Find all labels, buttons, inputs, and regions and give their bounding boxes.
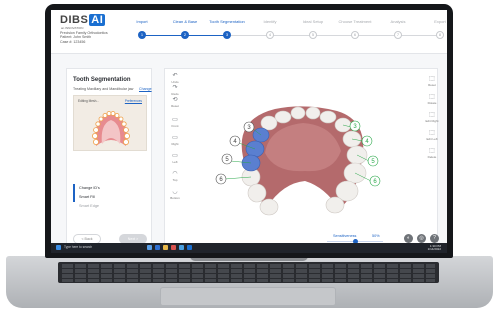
edit-right-icon: ⬚ — [429, 112, 435, 118]
segmentation-panel: Tooth Segmentation Treating Maxillary an… — [66, 68, 152, 248]
edit-tool-edit-left[interactable]: ⬚ Edit Left — [424, 130, 440, 142]
option-smart-edge[interactable]: Smart Edge — [73, 202, 147, 211]
delete-icon: ⬚ — [429, 148, 435, 154]
edit-tool-label: Edit Right — [425, 119, 439, 123]
start-icon[interactable] — [56, 245, 61, 250]
sensitiveness-label: Sensitiveness — [333, 234, 357, 238]
taskview-icon[interactable] — [147, 245, 152, 250]
undo-icon: ↶ — [172, 73, 178, 79]
dibs-app-icon[interactable] — [187, 245, 192, 250]
panel-title: Tooth Segmentation — [73, 77, 131, 83]
stepper-track — [227, 35, 270, 36]
tool-label: Top — [172, 178, 178, 182]
step-marker[interactable]: 7 — [394, 31, 402, 39]
keyboard — [58, 262, 439, 283]
stepper-track — [270, 35, 313, 36]
jaw-description: Treating Maxillary and Mandibular jaw — [73, 87, 134, 91]
clock: 1:30 PM 1/14/2022 — [427, 244, 441, 252]
edit-tool-delete[interactable]: ⬚ Delete — [424, 148, 440, 160]
step-marker[interactable]: 2 — [181, 31, 189, 39]
practice-info: Precision Family Orthodontics Patient: J… — [60, 31, 108, 44]
stepper-track — [313, 35, 355, 36]
step-marker[interactable]: 5 — [309, 31, 317, 39]
edit-tool-reset[interactable]: ⬚ Reset — [424, 76, 440, 88]
edit-toolbar: ⬚ Reset ⬚ Rotate ⬚ Edit Right ⬚ Edit Left ⬚ Delet… — [424, 76, 440, 186]
edge-icon[interactable] — [155, 245, 160, 250]
tool-bottom[interactable]: ◡ Bottom — [167, 188, 183, 203]
os-taskbar — [51, 243, 447, 253]
step-marker[interactable]: 6 — [351, 31, 359, 39]
app-header: DIBS AI an INNOVATION Precision Family Or… — [51, 10, 447, 54]
change-jaw-link[interactable]: Change — [139, 87, 152, 91]
step-marker[interactable]: 8 — [436, 31, 444, 39]
rotate-icon: ⬚ — [429, 94, 435, 100]
tool-reset[interactable]: ⟲ Reset — [167, 96, 183, 111]
stepper-track — [142, 35, 185, 36]
mail-icon[interactable] — [171, 245, 176, 250]
store-icon[interactable] — [179, 245, 184, 250]
edit-tool-rotate[interactable]: ⬚ Rotate — [424, 94, 440, 106]
3d-viewport[interactable]: 34563456 — [164, 68, 438, 252]
edit-tool-label: Delete — [427, 155, 437, 159]
logo-subtitle: an INNOVATION — [61, 26, 84, 30]
front-icon: ▭ — [172, 117, 178, 123]
explorer-icon[interactable] — [163, 245, 168, 250]
view-toolbar: ↶ Undo ↷ Redo ⟲ Reset ▭ Front ▭ Right ▭ Left ◠ Top ◡ Bo… — [167, 72, 183, 232]
stepper-track — [398, 35, 440, 36]
top-icon: ◠ — [172, 171, 178, 177]
reset-icon: ⬚ — [429, 76, 435, 82]
edit-tool-label: Edit Left — [426, 137, 438, 141]
option-change-ids[interactable]: Change ID's — [73, 184, 147, 193]
view-mode-icon[interactable]: ◐ — [404, 234, 413, 243]
target-icon[interactable]: ◎ — [417, 234, 426, 243]
tool-front[interactable]: ▭ Front — [167, 116, 183, 131]
step-marker[interactable]: 4 — [266, 31, 274, 39]
edit-left-icon: ⬚ — [429, 130, 435, 136]
option-smart-fill[interactable]: Smart Fill — [73, 193, 147, 202]
jaw-model[interactable]: 34563456 — [165, 69, 439, 253]
tool-label: Right — [171, 142, 179, 146]
app-logo: DIBS AI — [60, 14, 106, 26]
jaw-diagram — [92, 111, 131, 146]
help-icon[interactable]: ? — [430, 234, 439, 243]
reset-icon: ⟲ — [172, 97, 178, 103]
tool-label: Reset — [171, 104, 179, 108]
touchpad — [160, 287, 336, 306]
tool-top[interactable]: ◠ Top — [167, 170, 183, 185]
edit-tool-label: Reset — [428, 83, 436, 87]
screen: DIBS AI an INNOVATION Precision Family Or… — [51, 10, 447, 253]
sensitiveness-value: 50% — [372, 234, 380, 238]
left-icon: ▭ — [172, 153, 178, 159]
redo-icon: ↷ — [172, 85, 178, 91]
step-label[interactable]: Export — [415, 19, 447, 24]
jaw-preview: Editing Mesh... Preferences — [73, 95, 147, 151]
segmentation-options: Change ID's Smart Fill Smart Edge — [73, 184, 147, 211]
preferences-link[interactable]: Preferences — [125, 99, 142, 103]
stepper-track — [185, 35, 227, 36]
edit-tool-edit-right[interactable]: ⬚ Edit Right — [424, 112, 440, 124]
bottom-icon: ◡ — [172, 189, 178, 195]
taskbar-search[interactable]: Type here to search — [64, 245, 92, 249]
step-marker[interactable]: 3 — [223, 31, 231, 39]
tool-right[interactable]: ▭ Right — [167, 134, 183, 149]
tool-label: Front — [171, 124, 179, 128]
laptop-photo: DIBS AI an INNOVATION Precision Family Or… — [0, 0, 497, 321]
tool-label: Bottom — [170, 196, 180, 200]
right-icon: ▭ — [172, 135, 178, 141]
editing-status: Editing Mesh... — [78, 99, 100, 103]
tool-left[interactable]: ▭ Left — [167, 152, 183, 167]
stepper-track — [355, 35, 398, 36]
step-marker[interactable]: 1 — [138, 31, 146, 39]
edit-tool-label: Rotate — [427, 101, 437, 105]
tool-label: Left — [172, 160, 178, 164]
